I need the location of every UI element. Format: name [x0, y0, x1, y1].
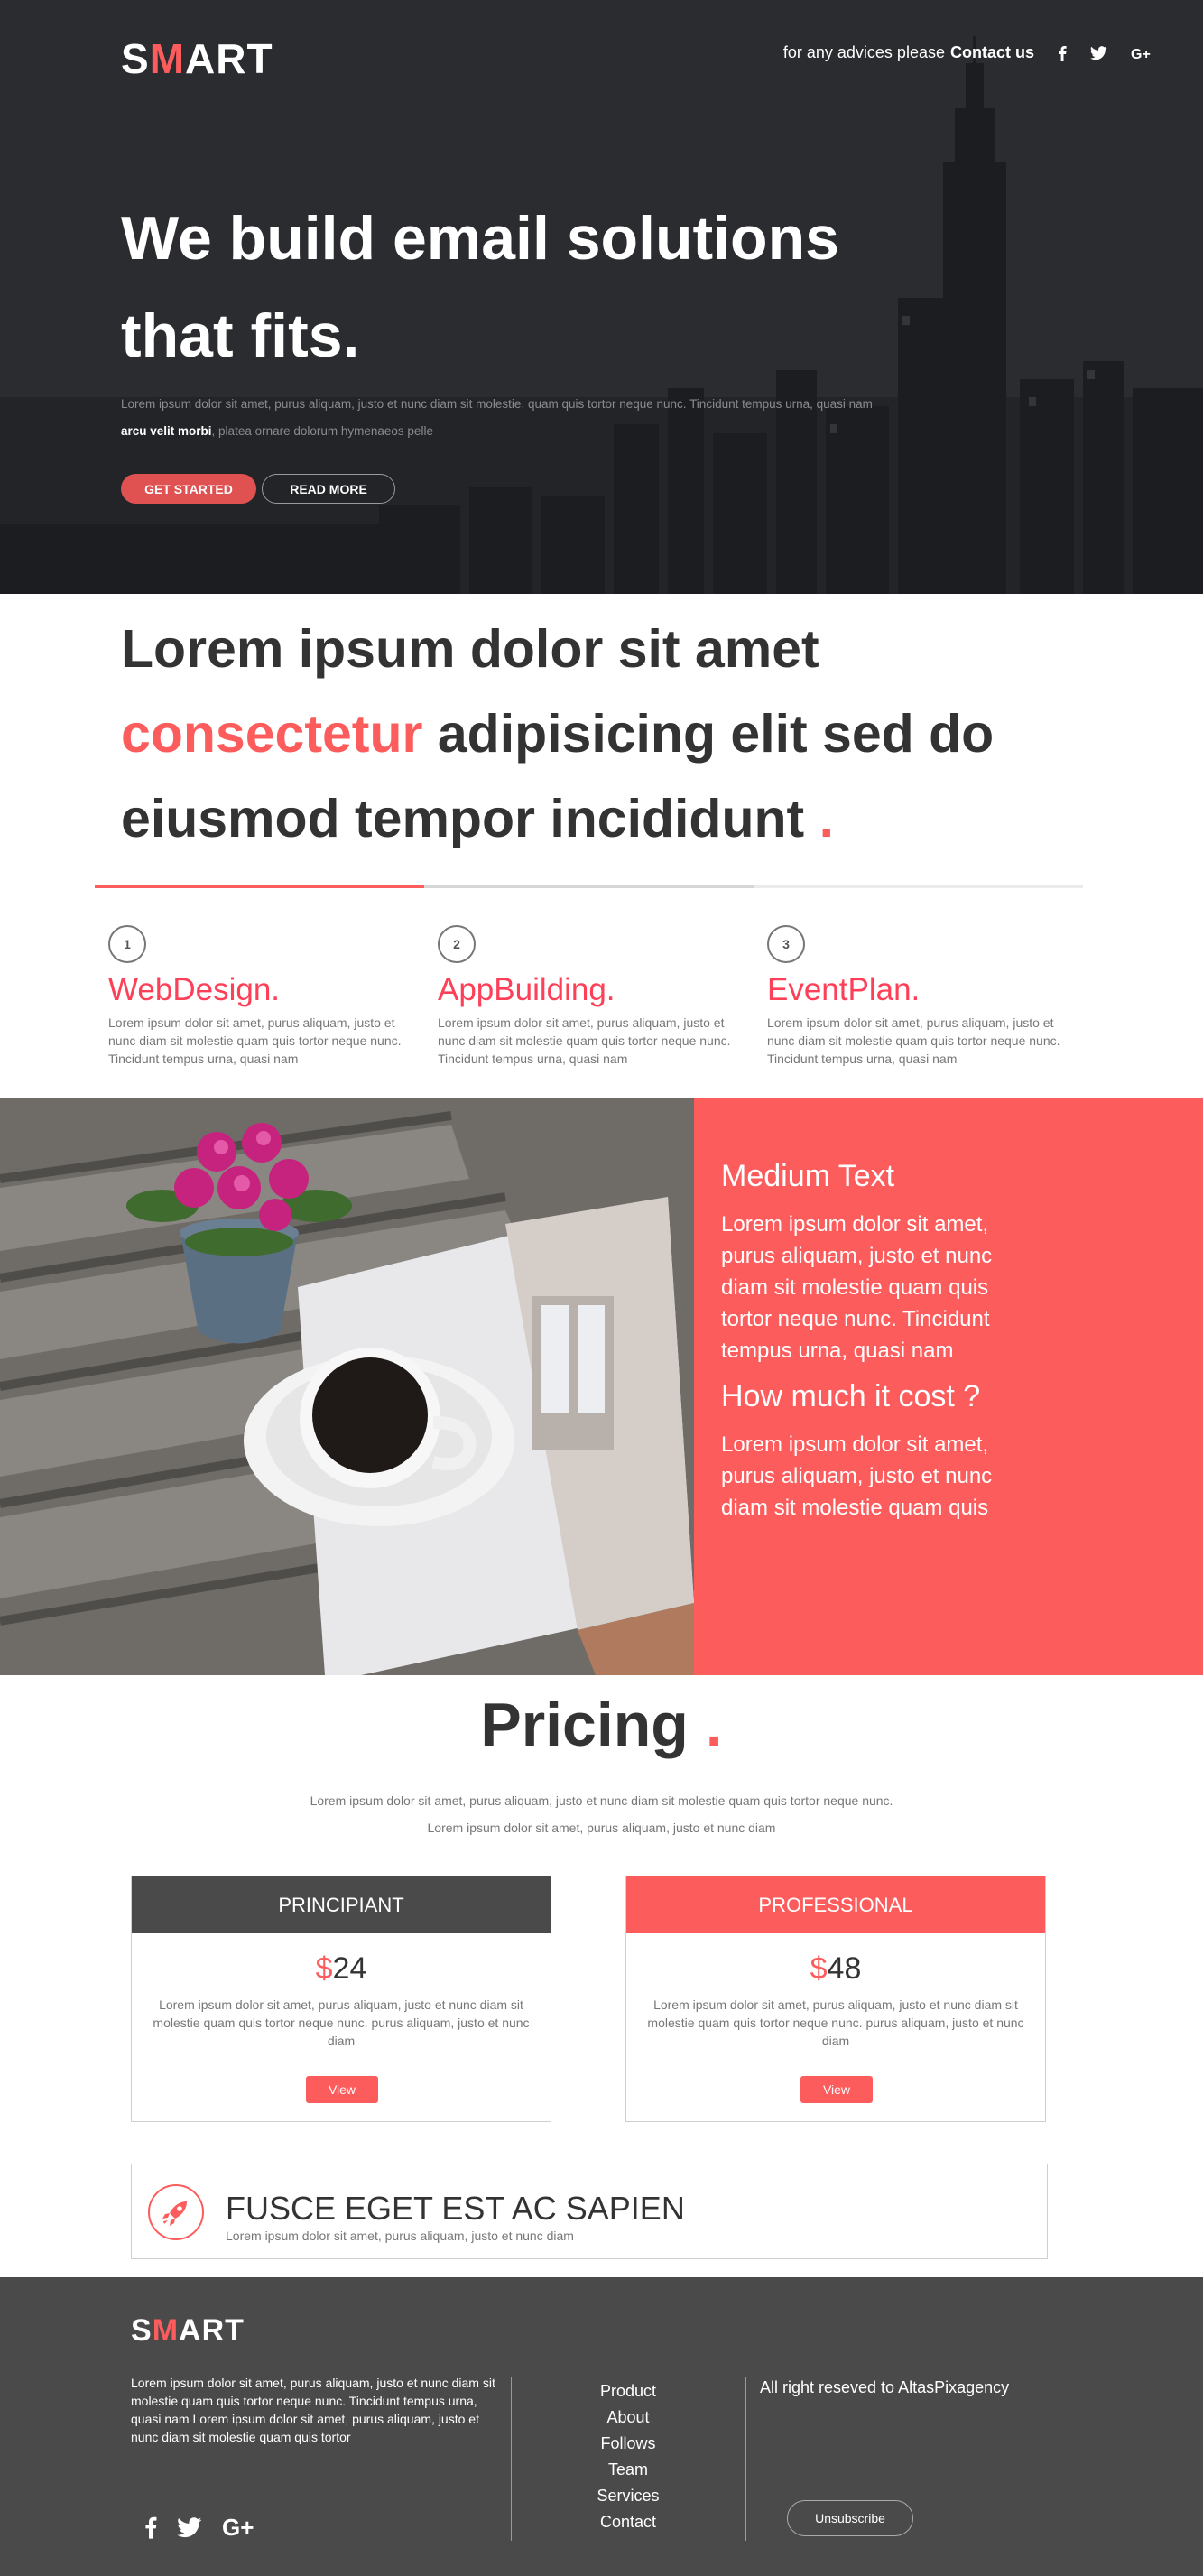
step-number-badge: 1 [108, 925, 146, 963]
advice-text: for any advices please [782, 43, 945, 61]
unsubscribe-button[interactable]: Unsubscribe [787, 2500, 913, 2536]
pricing-card-professional: PROFESSIONAL $48 Lorem ipsum dolor sit a… [625, 1876, 1046, 2122]
feature-callout-box: FUSCE EGET EST AC SAPIEN Lorem ipsum dol… [131, 2164, 1048, 2259]
top-nav: for any advices please Contact us G+ [783, 43, 1152, 62]
footer-link-about[interactable]: About [541, 2405, 715, 2431]
progress-segment-active[interactable] [95, 885, 424, 888]
plan-description: Lorem ipsum dolor sit amet, purus aliqua… [647, 1997, 1024, 2048]
twitter-icon[interactable] [177, 2516, 202, 2538]
step-text: Lorem ipsum dolor sit amet, purus aliqua… [767, 1015, 1060, 1066]
plan-description: Lorem ipsum dolor sit amet, purus aliqua… [153, 1997, 530, 2048]
intro-line3: eiusmod tempor incididunt . [121, 776, 1114, 861]
svg-text:G+: G+ [1131, 47, 1151, 60]
price-amount: 48 [827, 1951, 862, 1986]
hero-desc-bold: arcu velit morbi [121, 424, 212, 438]
hero-description: Lorem ipsum dolor sit amet, purus aliqua… [121, 391, 915, 445]
footer-link-product[interactable]: Product [541, 2378, 715, 2405]
footer-link-follows[interactable]: Follows [541, 2431, 715, 2457]
read-more-button[interactable]: READ MORE [262, 474, 395, 504]
intro-line2-rest: adipisicing elit sed do [422, 704, 995, 764]
hero-title: We build email solutions that fits. [121, 190, 933, 385]
intro-line3-text: eiusmod tempor incididunt [121, 789, 805, 848]
footer-about-text: Lorem ipsum dolor sit amet, purus aliqua… [131, 2376, 495, 2444]
pricing-subtitle-line1: Lorem ipsum dolor sit amet, purus aliqua… [310, 1793, 893, 1808]
step-web-design: 1 WebDesign. Lorem ipsum dolor sit amet,… [108, 925, 415, 1068]
get-started-button[interactable]: GET STARTED [121, 474, 256, 504]
intro-headline: Lorem ipsum dolor sit amet consectetur a… [121, 607, 1114, 861]
google-plus-icon[interactable]: G+ [222, 2516, 260, 2539]
intro-highlight: consectetur [121, 704, 423, 764]
intro-line2: consectetur adipisicing elit sed do [121, 691, 1114, 776]
hero-section: SMART for any advices please Contact us … [0, 0, 1203, 594]
step-title: EventPlan. [767, 972, 921, 1007]
footer-link-services[interactable]: Services [541, 2483, 715, 2509]
site-logo[interactable]: SMART [121, 34, 273, 83]
google-plus-icon[interactable]: G+ [1131, 46, 1152, 60]
step-number-badge: 3 [767, 925, 805, 963]
pricing-card-header: PROFESSIONAL [626, 1876, 1045, 1933]
footer-links: Product About Follows Team Services Cont… [541, 2378, 715, 2535]
footer-link-team[interactable]: Team [541, 2457, 715, 2483]
intro-line1: Lorem ipsum dolor sit amet [121, 619, 819, 679]
callout-title: FUSCE EGET EST AC SAPIEN [226, 2190, 685, 2227]
feature-heading-medium-text: Medium Text [721, 1159, 895, 1193]
currency-symbol: $ [810, 1951, 828, 1986]
footer-social-links: G+ [144, 2516, 260, 2539]
facebook-icon[interactable] [144, 2516, 157, 2539]
progress-segment[interactable] [754, 885, 1083, 888]
hero-title-line2: that fits. [121, 301, 360, 370]
step-event-plan: 3 EventPlan. Lorem ipsum dolor sit amet,… [767, 925, 1074, 1068]
site-footer: SMART Lorem ipsum dolor sit amet, purus … [0, 2277, 1203, 2576]
rocket-icon-badge [148, 2184, 204, 2240]
plan-price: $48 [626, 1951, 1045, 1987]
step-number-badge: 2 [438, 925, 476, 963]
price-amount: 24 [332, 1951, 367, 1986]
view-plan-button[interactable]: View [306, 2076, 378, 2103]
twitter-icon[interactable] [1090, 45, 1107, 60]
step-progress-bar [95, 885, 1083, 888]
footer-logo[interactable]: SMART [131, 2313, 245, 2349]
feature-paragraph-1: Lorem ipsum dolor sit amet, purus aliqua… [721, 1212, 993, 1363]
coffee-magazine-photo [0, 1098, 694, 1675]
intro-dot: . [804, 789, 834, 848]
pricing-card-principiant: PRINCIPIANT $24 Lorem ipsum dolor sit am… [131, 1876, 551, 2122]
hero-title-line1: We build email solutions [121, 204, 839, 273]
pricing-subtitle: Lorem ipsum dolor sit amet, purus aliqua… [0, 1787, 1203, 1841]
pricing-card-header: PRINCIPIANT [132, 1876, 551, 1933]
plan-price: $24 [132, 1951, 551, 1987]
footer-divider [745, 2377, 746, 2541]
feature-paragraph-2: Lorem ipsum dolor sit amet, purus aliqua… [721, 1432, 993, 1520]
pricing-title: Pricing . [0, 1690, 1203, 1760]
pricing-title-text: Pricing [480, 1691, 689, 1759]
footer-divider [511, 2377, 512, 2541]
copyright-text: All right reseved to AltasPixagency [760, 2378, 1010, 2396]
svg-text:G+: G+ [222, 2516, 254, 2539]
hero-desc-part2: , platea ornare dolorum hymenaeos pelle [211, 424, 433, 438]
contact-us-link[interactable]: Contact us [950, 43, 1034, 62]
footer-link-contact[interactable]: Contact [541, 2509, 715, 2535]
view-plan-button[interactable]: View [800, 2076, 873, 2103]
rocket-icon [162, 2201, 187, 2226]
hero-desc-part1: Lorem ipsum dolor sit amet, purus aliqua… [121, 397, 873, 411]
top-social-links: G+ [1058, 45, 1152, 61]
step-app-building: 2 AppBuilding. Lorem ipsum dolor sit ame… [438, 925, 745, 1068]
feature-text-panel: Medium Text Lorem ipsum dolor sit amet, … [694, 1098, 1203, 1675]
callout-subtitle: Lorem ipsum dolor sit amet, purus aliqua… [226, 2229, 574, 2243]
step-text: Lorem ipsum dolor sit amet, purus aliqua… [108, 1015, 402, 1066]
progress-segment[interactable] [424, 885, 754, 888]
feature-section: Medium Text Lorem ipsum dolor sit amet, … [0, 1098, 1203, 1675]
currency-symbol: $ [315, 1951, 333, 1986]
feature-heading-cost: How much it cost ? [721, 1379, 981, 1413]
step-text: Lorem ipsum dolor sit amet, purus aliqua… [438, 1015, 731, 1066]
step-title: AppBuilding. [438, 972, 615, 1007]
pricing-subtitle-line2: Lorem ipsum dolor sit amet, purus aliqua… [427, 1821, 776, 1835]
facebook-icon[interactable] [1058, 45, 1067, 61]
pricing-dot: . [688, 1691, 723, 1759]
step-title: WebDesign. [108, 972, 281, 1007]
